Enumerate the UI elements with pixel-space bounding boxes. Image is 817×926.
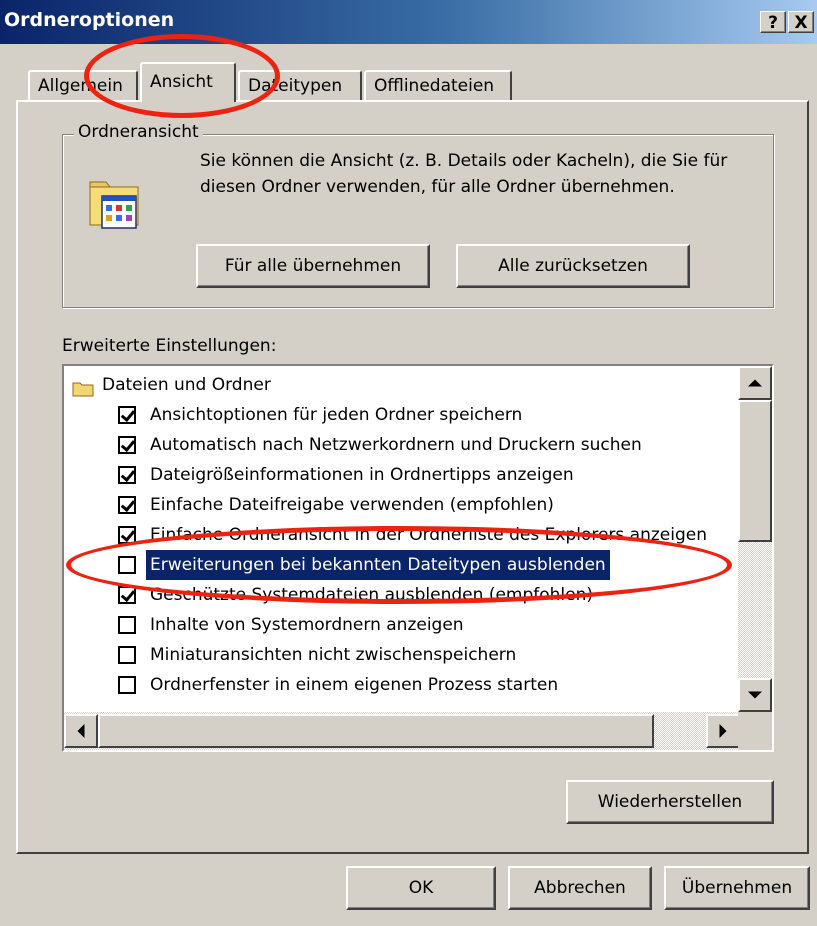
setting-label: Ordnerfenster in einem eigenen Prozess s… — [150, 675, 559, 695]
checkbox[interactable] — [118, 556, 136, 574]
setting-row[interactable]: Ansichtoptionen für jeden Ordner speiche… — [64, 400, 740, 430]
arrow-left-icon — [77, 724, 85, 738]
setting-row[interactable]: Einfache Dateifreigabe verwenden (empfoh… — [64, 490, 740, 520]
scroll-down-button[interactable] — [738, 678, 772, 712]
setting-row-selected[interactable]: Erweiterungen bei bekannten Dateitypen a… — [64, 550, 740, 580]
setting-row[interactable]: Miniaturansichten nicht zwischenspeicher… — [64, 640, 740, 670]
advanced-settings-list[interactable]: Dateien und Ordner Ansichtoptionen für j… — [62, 364, 774, 752]
checkbox[interactable] — [118, 616, 136, 634]
horizontal-scroll-thumb[interactable] — [98, 714, 654, 748]
tab-ansicht[interactable]: Ansicht — [140, 62, 236, 102]
folder-view-legend: Ordneransicht — [74, 122, 203, 142]
setting-row[interactable]: Einfache Ordneransicht in der Ordnerlist… — [64, 520, 740, 550]
vertical-scroll-thumb[interactable] — [738, 400, 772, 542]
vertical-scrollbar[interactable] — [738, 366, 772, 712]
tree-root-label: Dateien und Ordner — [102, 375, 271, 395]
setting-row[interactable]: Ordnerfenster in einem eigenen Prozess s… — [64, 670, 740, 700]
setting-label: Dateigrößeinformationen in Ordnertipps a… — [150, 465, 574, 485]
close-button[interactable]: X — [788, 11, 814, 33]
folder-view-icon — [86, 172, 146, 232]
setting-label: Automatisch nach Netzwerkordnern und Dru… — [150, 435, 642, 455]
setting-label: Geschützte Systemdateien ausblenden (emp… — [150, 585, 594, 605]
arrow-up-icon — [748, 379, 762, 387]
scrollbar-corner — [738, 712, 772, 750]
setting-label-selected: Erweiterungen bei bekannten Dateitypen a… — [146, 550, 610, 580]
tab-allgemein[interactable]: Allgemein — [28, 70, 138, 100]
checkbox[interactable] — [118, 406, 136, 424]
checkbox[interactable] — [118, 496, 136, 514]
advanced-settings-label: Erweiterte Einstellungen: — [62, 336, 277, 356]
setting-label: Einfache Ordneransicht in der Ordnerlist… — [150, 525, 708, 545]
arrow-right-icon — [719, 724, 727, 738]
apply-to-all-folders-button[interactable]: Für alle übernehmen — [196, 244, 430, 288]
checkbox[interactable] — [118, 466, 136, 484]
tree-root-files-and-folders: Dateien und Ordner — [64, 370, 740, 400]
setting-row[interactable]: Geschützte Systemdateien ausblenden (emp… — [64, 580, 740, 610]
help-button[interactable]: ? — [760, 11, 786, 33]
arrow-down-icon — [748, 691, 762, 699]
title-bar: Ordneroptionen ? X — [0, 0, 817, 44]
setting-row[interactable]: Automatisch nach Netzwerkordnern und Dru… — [64, 430, 740, 460]
tab-offlinedateien[interactable]: Offlinedateien — [364, 70, 512, 100]
checkbox[interactable] — [118, 646, 136, 664]
setting-row[interactable]: Inhalte von Systemordnern anzeigen — [64, 610, 740, 640]
checkbox[interactable] — [118, 676, 136, 694]
checkbox[interactable] — [118, 586, 136, 604]
folder-icon — [72, 377, 94, 397]
ok-button[interactable]: OK — [346, 866, 496, 910]
scroll-up-button[interactable] — [738, 366, 772, 400]
scroll-right-button[interactable] — [706, 714, 740, 748]
setting-row[interactable]: Dateigrößeinformationen in Ordnertipps a… — [64, 460, 740, 490]
checkbox[interactable] — [118, 526, 136, 544]
tab-dateitypen[interactable]: Dateitypen — [238, 70, 362, 100]
apply-button[interactable]: Übernehmen — [664, 866, 810, 910]
setting-label: Ansichtoptionen für jeden Ordner speiche… — [150, 405, 523, 425]
setting-label: Einfache Dateifreigabe verwenden (empfoh… — [150, 495, 554, 515]
setting-label: Miniaturansichten nicht zwischenspeicher… — [150, 645, 517, 665]
scroll-left-button[interactable] — [64, 714, 98, 748]
cancel-button[interactable]: Abbrechen — [508, 866, 652, 910]
setting-label: Inhalte von Systemordnern anzeigen — [150, 615, 464, 635]
folder-view-description: Sie können die Ansicht (z. B. Details od… — [200, 151, 728, 197]
restore-defaults-button[interactable]: Wiederherstellen — [566, 780, 774, 824]
window-title: Ordneroptionen — [4, 9, 175, 31]
horizontal-scrollbar[interactable] — [64, 712, 740, 750]
reset-all-folders-button[interactable]: Alle zurücksetzen — [456, 244, 690, 288]
checkbox[interactable] — [118, 436, 136, 454]
